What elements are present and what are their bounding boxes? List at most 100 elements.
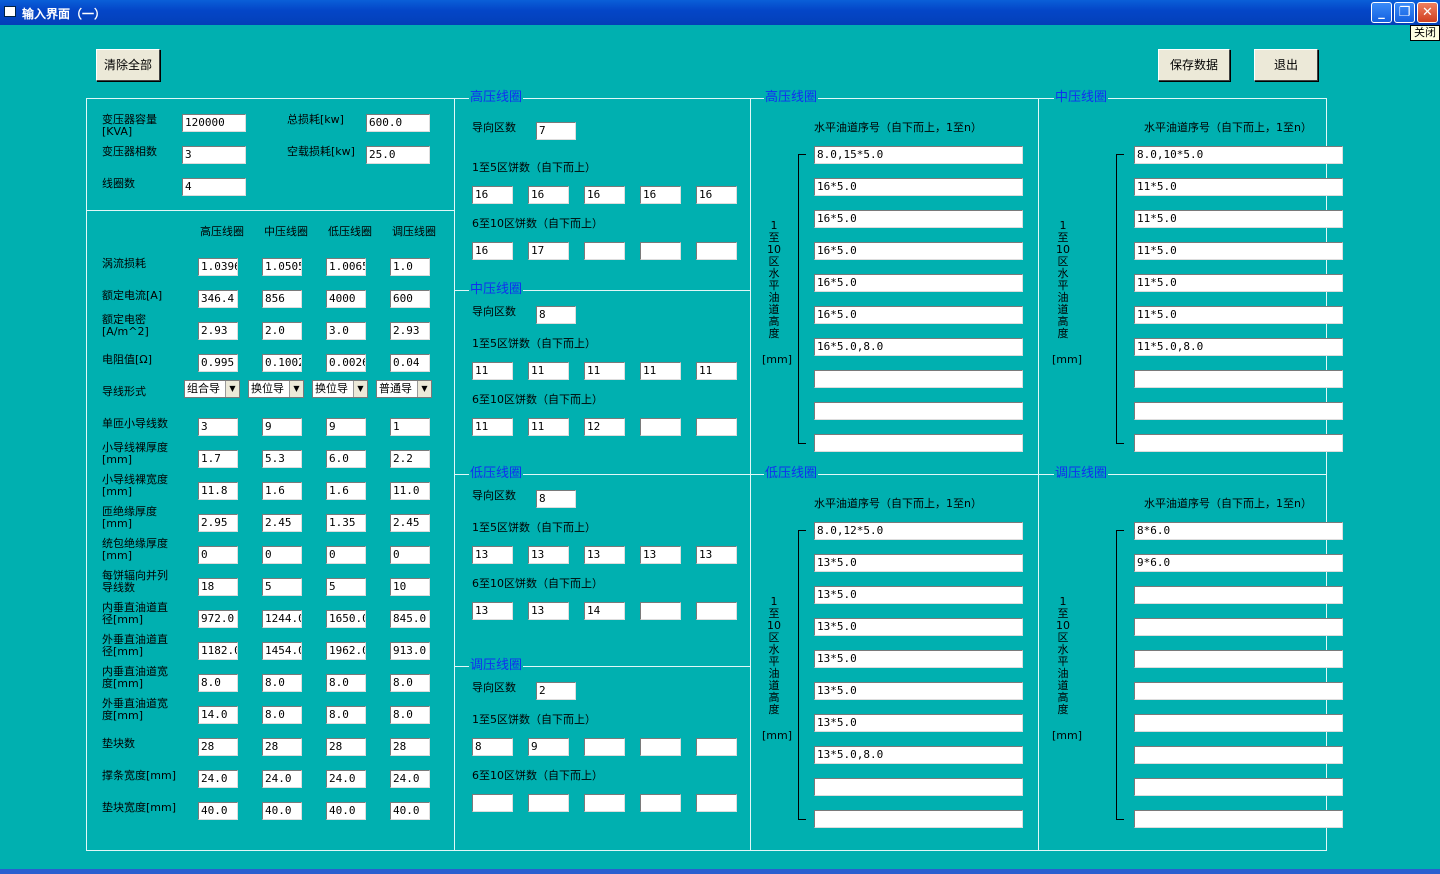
param-input[interactable]: 28 xyxy=(390,738,430,756)
param-input[interactable]: 40.0 xyxy=(262,802,302,820)
oil-duct-input[interactable]: 11*5.0 xyxy=(1134,274,1343,292)
oil-duct-input[interactable]: 13*5.0 xyxy=(814,586,1023,604)
oil-duct-input[interactable]: 11*5.0 xyxy=(1134,242,1343,260)
oil-duct-input[interactable]: 11*5.0 xyxy=(1134,210,1343,228)
cake-input[interactable]: 13 xyxy=(528,602,569,620)
param-input[interactable]: 6.0 xyxy=(326,450,366,468)
cake-input[interactable]: 14 xyxy=(584,602,625,620)
param-input[interactable]: 5 xyxy=(326,578,366,596)
cake-input[interactable]: 11 xyxy=(584,362,625,380)
cake-input[interactable]: 13 xyxy=(472,546,513,564)
param-input[interactable]: 1650.0 xyxy=(326,610,366,628)
param-input[interactable]: 972.0 xyxy=(198,610,238,628)
param-input[interactable]: 1454.0 xyxy=(262,642,302,660)
cake-input[interactable] xyxy=(528,794,569,812)
param-input[interactable]: 600 xyxy=(390,290,430,308)
oil-duct-input[interactable] xyxy=(1134,618,1343,636)
param-input[interactable]: 8.0 xyxy=(262,706,302,724)
cake-input[interactable] xyxy=(696,242,737,260)
param-input[interactable]: 3 xyxy=(198,418,238,436)
cake-input[interactable] xyxy=(696,738,737,756)
clear-all-button[interactable]: 清除全部 xyxy=(96,49,160,81)
param-input[interactable]: 8.0 xyxy=(326,706,366,724)
cake-input[interactable]: 17 xyxy=(528,242,569,260)
param-input[interactable]: 1.0065 xyxy=(326,258,366,276)
oil-duct-input[interactable]: 16*5.0 xyxy=(814,178,1023,196)
cake-input[interactable] xyxy=(640,242,681,260)
coils-input[interactable]: 4 xyxy=(182,178,246,196)
oil-duct-input[interactable]: 13*5.0 xyxy=(814,554,1023,572)
noload-loss-input[interactable]: 25.0 xyxy=(366,146,430,164)
param-input[interactable]: 3.0 xyxy=(326,322,366,340)
oil-duct-input[interactable] xyxy=(1134,810,1343,828)
oil-duct-input[interactable] xyxy=(1134,650,1343,668)
oil-duct-input[interactable] xyxy=(1134,778,1343,796)
chevron-down-icon[interactable]: ▼ xyxy=(225,381,239,397)
oil-duct-input[interactable]: 16*5.0 xyxy=(814,274,1023,292)
cake-input[interactable] xyxy=(472,794,513,812)
cake-input[interactable] xyxy=(584,794,625,812)
param-input[interactable]: 2.93 xyxy=(198,322,238,340)
oil-duct-input[interactable] xyxy=(1134,434,1343,452)
capacity-input[interactable]: 120000 xyxy=(182,114,246,132)
oil-duct-input[interactable]: 16*5.0 xyxy=(814,242,1023,260)
oil-duct-input[interactable]: 8.0,15*5.0 xyxy=(814,146,1023,164)
cake-input[interactable] xyxy=(696,602,737,620)
oil-duct-input[interactable]: 13*5.0 xyxy=(814,618,1023,636)
chevron-down-icon[interactable]: ▼ xyxy=(353,381,367,397)
param-input[interactable]: 1962.0 xyxy=(326,642,366,660)
cake-input[interactable]: 16 xyxy=(640,186,681,204)
cake-input[interactable] xyxy=(640,602,681,620)
param-input[interactable]: 11.8 xyxy=(198,482,238,500)
cake-input[interactable]: 11 xyxy=(696,362,737,380)
oil-duct-input[interactable]: 16*5.0,8.0 xyxy=(814,338,1023,356)
param-input[interactable]: 913.0 xyxy=(390,642,430,660)
zones-input[interactable]: 8 xyxy=(536,306,576,324)
oil-duct-input[interactable]: 8.0,12*5.0 xyxy=(814,522,1023,540)
param-input[interactable]: 1.0505 xyxy=(262,258,302,276)
param-input[interactable]: 5 xyxy=(262,578,302,596)
oil-duct-input[interactable] xyxy=(814,434,1023,452)
cake-input[interactable]: 11 xyxy=(528,418,569,436)
param-input[interactable]: 0 xyxy=(198,546,238,564)
oil-duct-input[interactable] xyxy=(1134,746,1343,764)
cake-input[interactable]: 16 xyxy=(696,186,737,204)
oil-duct-input[interactable]: 16*5.0 xyxy=(814,306,1023,324)
param-input[interactable]: 1 xyxy=(390,418,430,436)
zones-input[interactable]: 7 xyxy=(536,122,576,140)
param-input[interactable]: 2.45 xyxy=(262,514,302,532)
oil-duct-input[interactable]: 13*5.0 xyxy=(814,650,1023,668)
oil-duct-input[interactable]: 11*5.0 xyxy=(1134,178,1343,196)
wire-type-select[interactable]: 组合导 ▼ xyxy=(184,380,240,398)
param-input[interactable]: 0.0026 xyxy=(326,354,366,372)
cake-input[interactable] xyxy=(640,418,681,436)
cake-input[interactable]: 13 xyxy=(640,546,681,564)
param-input[interactable]: 9 xyxy=(326,418,366,436)
param-input[interactable]: 28 xyxy=(262,738,302,756)
param-input[interactable]: 8.0 xyxy=(198,674,238,692)
cake-input[interactable] xyxy=(584,242,625,260)
oil-duct-input[interactable]: 9*6.0 xyxy=(1134,554,1343,572)
param-input[interactable]: 0.1002 xyxy=(262,354,302,372)
chevron-down-icon[interactable]: ▼ xyxy=(289,381,303,397)
param-input[interactable]: 14.0 xyxy=(198,706,238,724)
param-input[interactable]: 11.0 xyxy=(390,482,430,500)
total-loss-input[interactable]: 600.0 xyxy=(366,114,430,132)
cake-input[interactable]: 11 xyxy=(528,362,569,380)
cake-input[interactable]: 13 xyxy=(584,546,625,564)
param-input[interactable]: 24.0 xyxy=(262,770,302,788)
param-input[interactable]: 24.0 xyxy=(198,770,238,788)
wire-type-select[interactable]: 普通导 ▼ xyxy=(376,380,432,398)
param-input[interactable]: 2.45 xyxy=(390,514,430,532)
param-input[interactable]: 40.0 xyxy=(198,802,238,820)
oil-duct-input[interactable] xyxy=(1134,370,1343,388)
oil-duct-input[interactable]: 8.0,10*5.0 xyxy=(1134,146,1343,164)
cake-input[interactable]: 11 xyxy=(640,362,681,380)
oil-duct-input[interactable]: 13*5.0,8.0 xyxy=(814,746,1023,764)
oil-duct-input[interactable]: 11*5.0 xyxy=(1134,306,1343,324)
param-input[interactable]: 8.0 xyxy=(390,674,430,692)
restore-button[interactable]: ❐ xyxy=(1394,2,1415,23)
oil-duct-input[interactable] xyxy=(814,810,1023,828)
close-button[interactable]: ✕ xyxy=(1417,2,1438,23)
phases-input[interactable]: 3 xyxy=(182,146,246,164)
